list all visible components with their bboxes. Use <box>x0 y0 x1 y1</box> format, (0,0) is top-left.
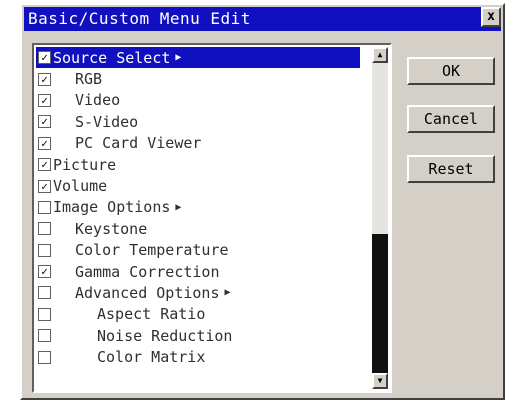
list-item[interactable]: ✓ S-Video <box>36 111 360 132</box>
item-label: Color Matrix <box>97 348 206 367</box>
ok-button[interactable]: OK <box>407 57 495 85</box>
list-item[interactable]: Color Matrix <box>36 346 360 367</box>
item-checkbox[interactable] <box>38 200 51 214</box>
cancel-button[interactable]: Cancel <box>407 105 495 133</box>
item-checkbox[interactable]: ✓ <box>38 72 51 86</box>
item-label: Source Select <box>53 48 171 67</box>
list-item[interactable]: Noise Reduction <box>36 325 360 346</box>
title-bar[interactable]: Basic/Custom Menu Edit <box>24 7 501 31</box>
item-checkbox[interactable]: ✓ <box>38 115 51 129</box>
item-checkbox[interactable] <box>38 307 51 321</box>
item-label: Image Options <box>53 198 171 217</box>
item-checkbox[interactable]: ✓ <box>38 136 51 150</box>
item-checkbox[interactable] <box>38 329 51 343</box>
submenu-arrow-icon: ▶ <box>175 52 182 64</box>
vertical-scrollbar[interactable]: ▲ ▼ <box>372 47 388 389</box>
menu-item-listbox[interactable]: ✓ Source Select ▶ ✓ RGB ✓ Video ✓ S-Video ✓ PC Car… <box>32 43 392 393</box>
item-label: Aspect Ratio <box>97 305 206 324</box>
item-checkbox[interactable] <box>38 350 51 364</box>
list-item[interactable]: ✓ Video <box>36 90 360 111</box>
scroll-down-arrow-icon[interactable]: ▼ <box>372 373 388 389</box>
reset-button[interactable]: Reset <box>407 155 495 183</box>
item-checkbox[interactable]: ✓ <box>38 158 51 172</box>
menu-item-list: ✓ Source Select ▶ ✓ RGB ✓ Video ✓ S-Video ✓ PC Car… <box>36 47 360 389</box>
window-title: Basic/Custom Menu Edit <box>28 9 251 28</box>
item-checkbox[interactable]: ✓ <box>38 265 51 279</box>
item-label: Noise Reduction <box>97 326 233 345</box>
list-item[interactable]: ✓ Volume <box>36 175 360 196</box>
item-label: Color Temperature <box>75 241 229 260</box>
item-label: PC Card Viewer <box>75 134 202 153</box>
submenu-arrow-icon: ▶ <box>224 287 231 299</box>
list-item[interactable]: ✓ Picture <box>36 154 360 175</box>
item-checkbox[interactable] <box>38 286 51 300</box>
list-item[interactable]: Keystone <box>36 218 360 239</box>
item-checkbox[interactable] <box>38 222 51 236</box>
list-item[interactable]: Advanced Options ▶ <box>36 282 360 303</box>
list-item[interactable]: ✓ Source Select ▶ <box>36 47 360 69</box>
item-label: Keystone <box>75 219 148 238</box>
item-label: Picture <box>53 155 117 174</box>
list-item[interactable]: ✓ RGB <box>36 68 360 89</box>
item-label: Gamma Correction <box>75 262 220 281</box>
item-checkbox[interactable]: ✓ <box>38 93 51 107</box>
scroll-thumb[interactable] <box>372 233 388 373</box>
list-item[interactable]: Image Options ▶ <box>36 197 360 218</box>
item-label: S-Video <box>75 112 139 131</box>
list-item[interactable]: ✓ PC Card Viewer <box>36 133 360 154</box>
scroll-track[interactable] <box>372 63 388 373</box>
item-label: Advanced Options <box>75 283 220 302</box>
list-item[interactable]: Color Temperature <box>36 240 360 261</box>
item-checkbox[interactable]: ✓ <box>38 51 51 65</box>
scroll-up-arrow-icon[interactable]: ▲ <box>372 47 388 63</box>
menu-edit-dialog: Basic/Custom Menu Edit x ✓ Source Select ▶… <box>20 3 505 400</box>
item-label: Volume <box>53 177 108 196</box>
item-checkbox[interactable] <box>38 243 51 257</box>
item-checkbox[interactable]: ✓ <box>38 179 51 193</box>
item-label: RGB <box>75 70 103 89</box>
list-item[interactable]: Aspect Ratio <box>36 304 360 325</box>
item-label: Video <box>75 91 121 110</box>
list-item[interactable]: ✓ Gamma Correction <box>36 261 360 282</box>
submenu-arrow-icon: ▶ <box>175 201 182 213</box>
close-button[interactable]: x <box>481 7 501 27</box>
